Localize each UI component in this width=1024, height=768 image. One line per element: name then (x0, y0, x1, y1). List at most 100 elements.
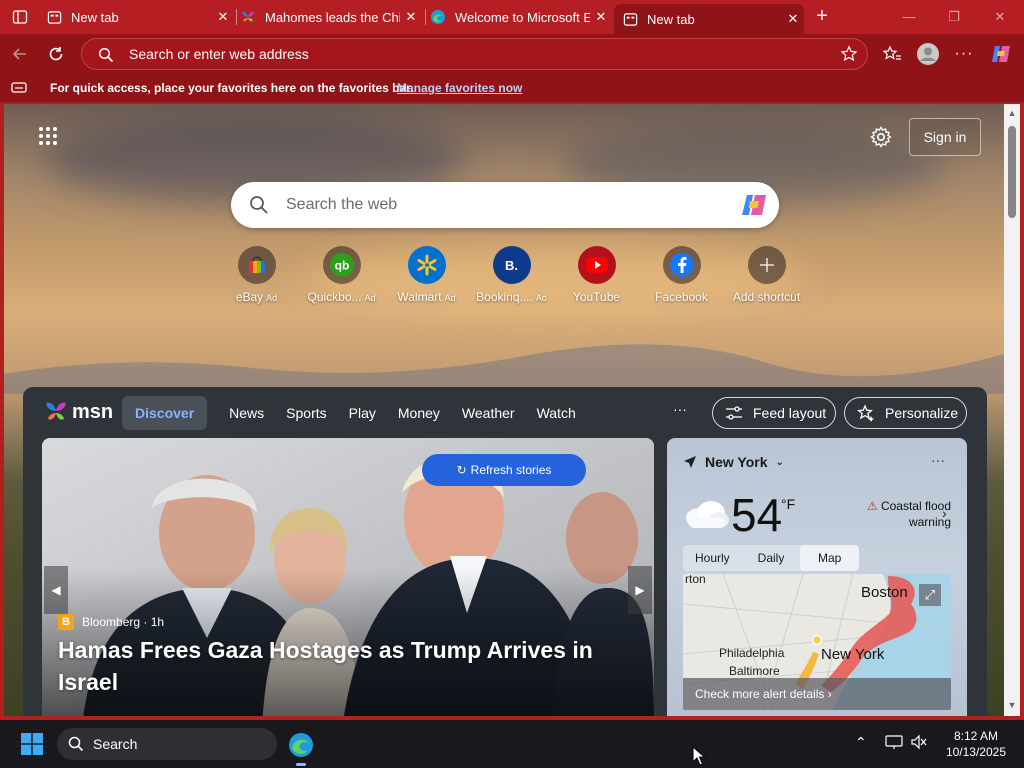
favorites-bar-icon (11, 82, 27, 93)
tab-divider (236, 9, 237, 25)
system-clock[interactable]: 8:12 AM 10/13/2025 (946, 728, 1006, 760)
chevron-right-icon[interactable]: › (942, 505, 947, 521)
shortcut-label: Quickbo... (307, 290, 362, 304)
refresh-stories-button[interactable]: ↻ Refresh stories (422, 454, 586, 486)
shortcut-label: Bookinq.... (476, 290, 533, 304)
shortcut-quickbooks[interactable]: qb Quickbo... Ad (299, 246, 384, 304)
map-label-boston: Boston (861, 584, 908, 601)
taskbar-search-box[interactable]: Search (57, 728, 277, 760)
msn-logo[interactable]: msn (44, 397, 113, 427)
gear-icon[interactable] (870, 126, 892, 148)
walmart-icon (407, 246, 446, 284)
sliders-icon (725, 405, 743, 421)
taskbar-search-label: Search (93, 736, 138, 752)
chevron-up-icon[interactable]: ⌃ (855, 734, 867, 751)
previous-story-button[interactable]: ◀ (44, 566, 68, 614)
tab-strip: New tab ✕ Mahomes leads the Chi ✕ Welcom… (0, 0, 1024, 34)
network-monitor-icon[interactable] (885, 734, 903, 750)
tab-map[interactable]: Map (800, 545, 860, 571)
story-headline[interactable]: Hamas Frees Gaza Hostages as Trump Arriv… (58, 634, 618, 698)
new-tab-page: Sign in Search the web eBay Ad qb Quickbo… (4, 104, 1004, 716)
copilot-icon[interactable] (989, 43, 1013, 65)
new-tab-button[interactable]: + (810, 5, 834, 29)
favorites-icon[interactable] (880, 43, 904, 65)
msn-butterfly-icon (46, 402, 66, 420)
close-icon[interactable]: ✕ (212, 9, 234, 25)
sign-in-button[interactable]: Sign in (909, 118, 981, 156)
restore-button[interactable]: ❐ (934, 6, 974, 28)
close-window-button[interactable]: ✕ (980, 6, 1020, 28)
page-scrollbar[interactable]: ▲ ▼ (1004, 104, 1020, 716)
edge-taskbar-icon[interactable] (287, 731, 315, 759)
scrollbar-thumb[interactable] (1008, 126, 1016, 218)
scroll-up-arrow-icon[interactable]: ▲ (1007, 108, 1017, 118)
tab-divider (425, 9, 426, 25)
minimize-button[interactable]: — (889, 6, 929, 28)
tab-new-tab-1[interactable]: New tab ✕ (46, 4, 234, 30)
scroll-down-arrow-icon[interactable]: ▼ (1007, 700, 1017, 710)
next-story-button[interactable]: ▶ (628, 566, 652, 614)
tab-daily[interactable]: Daily (742, 545, 801, 571)
nav-money[interactable]: Money (398, 405, 440, 421)
web-search-box[interactable]: Search the web (231, 182, 779, 228)
feed-layout-button[interactable]: Feed layout (712, 397, 836, 429)
chevron-down-icon: ⌄ (775, 456, 784, 468)
alert-details-label: Check more alert details (695, 687, 825, 701)
weather-view-tabs: Hourly Daily Map (683, 545, 860, 571)
address-bar[interactable]: Search or enter web address (81, 38, 868, 70)
shortcut-label: Add shortcut (732, 290, 801, 304)
weather-alert[interactable]: ⚠ Coastal flood warning (845, 498, 951, 530)
windows-start-icon[interactable] (21, 733, 43, 755)
personalize-button[interactable]: Personalize (844, 397, 967, 429)
refresh-icon[interactable] (44, 43, 68, 65)
nav-play[interactable]: Play (349, 405, 376, 421)
tab-new-tab-active[interactable]: New tab ✕ (614, 4, 804, 34)
weather-more-button[interactable]: ··· (931, 452, 945, 468)
tab-mahomes[interactable]: Mahomes leads the Chi ✕ (240, 4, 422, 30)
tab-welcome-edge[interactable]: Welcome to Microsoft E ✕ (430, 4, 612, 30)
apps-grid-icon[interactable] (38, 126, 58, 146)
youtube-icon (577, 246, 616, 284)
close-icon[interactable]: ✕ (590, 9, 612, 25)
shortcut-ebay[interactable]: eBay Ad (214, 246, 299, 304)
volume-muted-icon[interactable] (910, 734, 928, 750)
weather-map[interactable]: rton Boston Philadelphia Baltimore New Y… (683, 574, 951, 710)
favorite-star-icon[interactable] (840, 45, 858, 63)
shortcut-booking[interactable]: B. Bookinq.... Ad (469, 246, 554, 304)
story-source-label: Bloomberg · 1h (82, 615, 165, 629)
search-icon (98, 47, 114, 63)
expand-icon[interactable]: ⤢ (919, 584, 941, 606)
manage-favorites-link[interactable]: Manage favorites now (397, 81, 522, 95)
alert-details-link[interactable]: Check more alert details › (683, 678, 951, 710)
back-arrow-icon[interactable] (8, 43, 32, 65)
nav-weather[interactable]: Weather (462, 405, 515, 421)
tab-title: New tab (647, 11, 695, 27)
edge-icon (430, 9, 446, 25)
weather-card[interactable]: New York ⌄ ··· 54 °F ⚠ Coastal flood war… (667, 438, 967, 716)
facebook-icon (662, 246, 701, 284)
mouse-cursor-icon (692, 746, 706, 766)
more-options-icon[interactable]: ··· (952, 43, 976, 65)
profile-avatar[interactable] (916, 43, 940, 65)
hero-story-card[interactable]: ↻ Refresh stories ◀ ▶ B Bloomberg · 1h Ha… (42, 438, 654, 716)
tab-title: Welcome to Microsoft E (455, 9, 590, 25)
weather-location[interactable]: New York ⌄ (683, 454, 784, 470)
shortcut-youtube[interactable]: YouTube (554, 246, 639, 304)
shortcut-walmart[interactable]: Walmart Ad (384, 246, 469, 304)
shortcut-tiles: eBay Ad qb Quickbo... Ad Walmart Ad B. Book… (214, 246, 814, 316)
story-source: B Bloomberg · 1h (58, 614, 164, 630)
more-nav-button[interactable]: ··· (673, 401, 687, 417)
copilot-icon[interactable] (739, 191, 769, 219)
close-icon[interactable]: ✕ (400, 9, 422, 25)
nav-watch[interactable]: Watch (537, 405, 576, 421)
close-icon[interactable]: ✕ (782, 11, 804, 27)
add-shortcut-button[interactable]: Add shortcut (724, 246, 809, 304)
feed-nav: Discover News Sports Play Money Weather … (122, 395, 598, 431)
shortcut-facebook[interactable]: Facebook (639, 246, 724, 304)
taskbar: Search ⌃ 8:12 AM 10/13/2025 (0, 720, 1024, 768)
nav-discover[interactable]: Discover (122, 396, 208, 430)
nav-sports[interactable]: Sports (286, 405, 326, 421)
nav-news[interactable]: News (229, 405, 264, 421)
tab-actions-icon[interactable] (6, 5, 34, 29)
tab-hourly[interactable]: Hourly (683, 545, 742, 571)
